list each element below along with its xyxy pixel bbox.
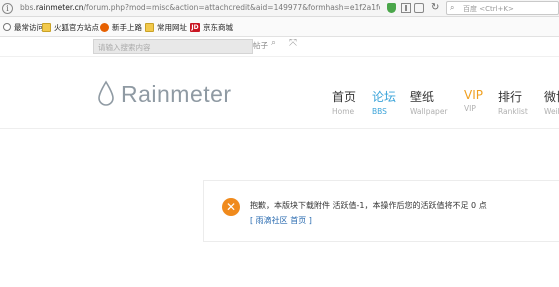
- nav-wallpaper[interactable]: 壁纸 Wallpaper: [410, 88, 448, 116]
- alert-links: [ 雨滴社区 首页 ]: [250, 216, 312, 225]
- raindrop-icon: [98, 80, 114, 106]
- bookmark-most-visited[interactable]: 最常访问: [3, 21, 44, 33]
- firefox-icon: [100, 22, 109, 32]
- bookmark-getting-started[interactable]: 新手上路: [100, 21, 142, 33]
- extension-icon[interactable]: [414, 3, 424, 13]
- site-search-input[interactable]: 请输入搜索内容: [93, 39, 253, 54]
- nav-home[interactable]: 首页 Home: [332, 88, 356, 116]
- url-domain: rainmeter.cn: [35, 3, 84, 12]
- qr-code-icon[interactable]: [401, 3, 411, 13]
- bookmarks-bar: 最常访问 火狐官方站点 新手上路 常用网址 JD 京东商城: [0, 17, 559, 37]
- browser-toolbar: i bbs.rainmeter.cn/forum.php?mod=misc&ac…: [0, 0, 559, 17]
- gear-icon: [3, 23, 11, 31]
- nav-vip[interactable]: VIP VIP: [464, 88, 483, 113]
- site-logo[interactable]: Rainmeter: [96, 80, 232, 108]
- shield-icon[interactable]: [387, 3, 396, 13]
- nav-bbs[interactable]: 论坛 BBS: [372, 88, 396, 116]
- divider: [0, 56, 559, 57]
- link-community[interactable]: 雨滴社区: [256, 216, 288, 225]
- browser-search-placeholder: 百度 <Ctrl+K>: [463, 5, 514, 13]
- alert-message-box: ✕ 抱歉，本版块下载附件 活跃值-1，本操作后您的活跃值将不足 0 点 [ 雨滴…: [203, 180, 559, 242]
- divider: [0, 128, 559, 129]
- search-icon: ⌕: [450, 3, 455, 12]
- alert-message-text: 抱歉，本版块下载附件 活跃值-1，本操作后您的活跃值将不足 0 点: [250, 201, 487, 210]
- error-icon: ✕: [222, 198, 240, 216]
- page-info-icon[interactable]: i: [2, 3, 13, 14]
- folder-icon: [42, 22, 51, 32]
- logo-text: Rainmeter: [121, 80, 232, 107]
- site-search-placeholder: 请输入搜索内容: [98, 43, 151, 52]
- bookmark-firefox-site[interactable]: 火狐官方站点: [42, 21, 99, 33]
- search-icon[interactable]: ⌕: [271, 38, 276, 48]
- expand-icon[interactable]: ⤧: [289, 38, 297, 49]
- search-type-select[interactable]: 帖子: [253, 40, 268, 51]
- bookmark-jd[interactable]: JD 京东商城: [190, 21, 233, 33]
- link-home[interactable]: 首页: [290, 216, 306, 225]
- folder-icon: [145, 22, 154, 32]
- browser-search-input[interactable]: ⌕ 百度 <Ctrl+K>: [446, 1, 559, 15]
- nav-ranklist[interactable]: 排行 Ranklist: [498, 88, 528, 116]
- reload-icon[interactable]: ↻: [431, 2, 439, 13]
- nav-weibo[interactable]: 微博 Weibo: [544, 88, 559, 116]
- address-bar[interactable]: bbs.rainmeter.cn/forum.php?mod=misc&acti…: [20, 3, 380, 12]
- bookmark-common-sites[interactable]: 常用网址: [145, 21, 187, 33]
- jd-icon: JD: [190, 22, 200, 32]
